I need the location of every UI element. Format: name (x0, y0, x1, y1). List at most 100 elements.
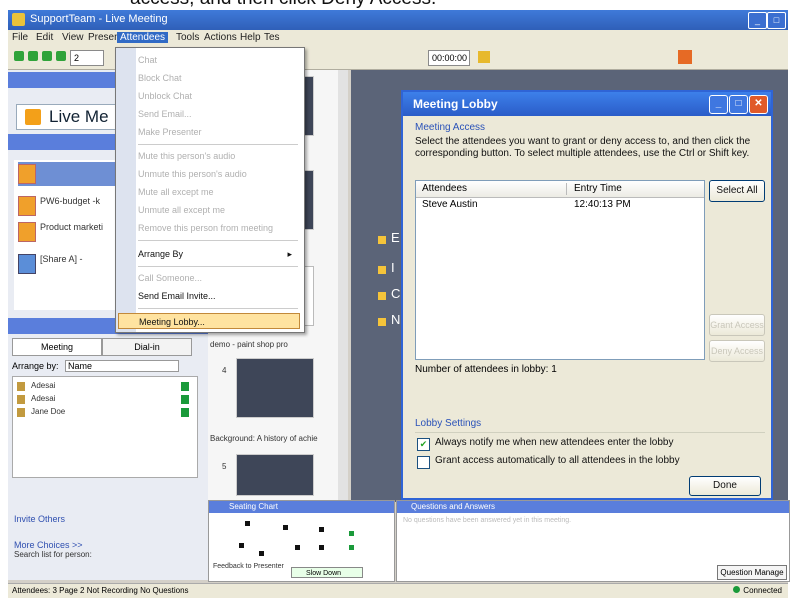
menu-separator (138, 308, 298, 309)
last-page-icon[interactable] (56, 51, 66, 61)
slide-label: Background: A history of achie (210, 434, 318, 443)
connected-icon (733, 586, 741, 593)
seating-chart-header: Seating Chart (209, 501, 394, 513)
seat-icon (283, 525, 288, 530)
menu-item-arrange-by[interactable]: Arrange By ▸ (138, 246, 298, 262)
attendee-name: Steve Austin (422, 199, 478, 210)
bullet-icon (378, 318, 386, 326)
menu-icon-strip (116, 48, 136, 332)
menu-item-meeting-lobby[interactable]: Meeting Lobby... (118, 313, 300, 329)
person-icon (17, 395, 25, 404)
highlighter-icon[interactable] (478, 51, 490, 63)
grant-access-button[interactable]: Grant Access (709, 314, 765, 336)
tab-meeting[interactable]: Meeting (12, 338, 102, 356)
done-button[interactable]: Done (689, 476, 761, 496)
menu-file[interactable]: File (12, 32, 28, 43)
slow-down-select[interactable]: Slow Down (291, 567, 363, 578)
status-bar: Attendees: 3 Page 2 Not Recording No Que… (8, 583, 788, 598)
feedback-label: Feedback to Presenter (213, 563, 284, 570)
resource-name: Product marketi (40, 222, 104, 232)
seating-chart-pane: Seating Chart Feedback to Presenter Slow… (208, 500, 395, 582)
menu-item-make-presenter[interactable]: Make Presenter (138, 124, 298, 140)
menu-item-mute[interactable]: Mute this person's audio (138, 148, 298, 164)
seat-icon (319, 527, 324, 532)
menu-separator (138, 266, 298, 267)
window-title: SupportTeam - Live Meeting (30, 13, 168, 25)
page-number-field[interactable]: 2 (70, 50, 104, 66)
dialog-title: Meeting Lobby (413, 97, 498, 111)
qa-empty-text: No questions have been answered yet in t… (403, 517, 572, 524)
entry-time: 12:40:13 PM (574, 199, 631, 210)
deny-access-button[interactable]: Deny Access (709, 340, 765, 362)
menu-help[interactable]: Help (240, 32, 261, 43)
menu-item-send-invite[interactable]: Send Email Invite... (138, 288, 298, 304)
attendee-name: Adesai (31, 394, 56, 403)
invite-others-link[interactable]: Invite Others (14, 514, 65, 524)
menu-item-unmute[interactable]: Unmute this person's audio (138, 166, 298, 182)
maximize-button[interactable]: □ (729, 95, 748, 114)
tab-dial-in[interactable]: Dial-in (102, 338, 192, 356)
attendees-menu: Chat Block Chat Unblock Chat Send Email.… (115, 47, 305, 333)
slide-thumbnail[interactable] (236, 358, 314, 418)
col-attendees[interactable]: Attendees (422, 181, 467, 197)
seat-icon (349, 531, 354, 536)
col-divider (566, 183, 567, 195)
slide-label: demo - paint shop pro (210, 340, 288, 349)
menu-item-call[interactable]: Call Someone... (138, 270, 298, 286)
next-page-icon[interactable] (42, 51, 52, 61)
dialog-title-bar: Meeting Lobby _ □ ✕ (403, 92, 771, 116)
maximize-button[interactable]: □ (767, 12, 786, 29)
menu-edit[interactable]: Edit (36, 32, 53, 43)
menu-item-unblock-chat[interactable]: Unblock Chat (138, 88, 298, 104)
instruction-text: access, and then click Deny Access. (130, 0, 436, 10)
col-entry-time[interactable]: Entry Time (574, 181, 622, 197)
attendee-name: Jane Doe (31, 407, 66, 416)
arrange-by-label: Arrange by: (12, 361, 59, 371)
slide-thumbnail[interactable] (236, 454, 314, 496)
minimize-button[interactable]: _ (709, 95, 728, 114)
minimize-button[interactable]: _ (748, 12, 767, 29)
menu-view[interactable]: View (62, 32, 84, 43)
menu-item-block-chat[interactable]: Block Chat (138, 70, 298, 86)
more-choices-link[interactable]: More Choices >> (14, 540, 83, 550)
attendee-row[interactable]: Jane Doe (17, 407, 193, 419)
list-header: Attendees Entry Time (416, 181, 704, 198)
bullet-text: N (391, 312, 401, 327)
question-manager-button[interactable]: Question Manage (717, 565, 787, 580)
attendee-row[interactable]: Adesai (17, 381, 193, 393)
live-meeting-logo-icon (25, 109, 41, 125)
menu-tes[interactable]: Tes (264, 32, 280, 43)
notify-checkbox[interactable]: ✔ (417, 438, 430, 451)
menu-item-send-email[interactable]: Send Email... (138, 106, 298, 122)
menu-tools[interactable]: Tools (176, 32, 199, 43)
slides-scrollbar[interactable] (338, 70, 348, 500)
close-button[interactable]: ✕ (749, 95, 768, 114)
seat-icon (349, 545, 354, 550)
attendee-name: Adesai (31, 381, 56, 390)
auto-grant-checkbox[interactable] (417, 456, 430, 469)
app-window: SupportTeam - Live Meeting _ □ File Edit… (8, 10, 790, 598)
prev-page-icon[interactable] (28, 51, 38, 61)
file-icon (18, 164, 36, 184)
bullet-icon (378, 266, 386, 274)
menu-item-unmute-all[interactable]: Unmute all except me (138, 202, 298, 218)
first-page-icon[interactable] (14, 51, 24, 61)
seat-icon (259, 551, 264, 556)
status-text: Attendees: 3 Page 2 Not Recording No Que… (12, 586, 189, 595)
menu-item-chat[interactable]: Chat (138, 52, 298, 68)
person-icon (17, 408, 25, 417)
menu-item-remove[interactable]: Remove this person from meeting (138, 220, 298, 236)
seat-icon (319, 545, 324, 550)
select-all-button[interactable]: Select All (709, 180, 765, 202)
attendee-list: Adesai Adesai Jane Doe (12, 376, 198, 478)
arrange-by-select[interactable]: Name (65, 360, 180, 372)
layout-icon[interactable] (678, 50, 692, 64)
timer-display: 00:00:00 (428, 50, 470, 66)
list-row[interactable]: Steve Austin 12:40:13 PM (416, 199, 704, 213)
search-person-label: Search list for person: (14, 550, 92, 559)
status-icon (181, 395, 189, 404)
menu-item-mute-all[interactable]: Mute all except me (138, 184, 298, 200)
menu-actions[interactable]: Actions (204, 32, 237, 43)
attendee-row[interactable]: Adesai (17, 394, 193, 406)
menu-attendees[interactable]: Attendees (117, 32, 169, 43)
